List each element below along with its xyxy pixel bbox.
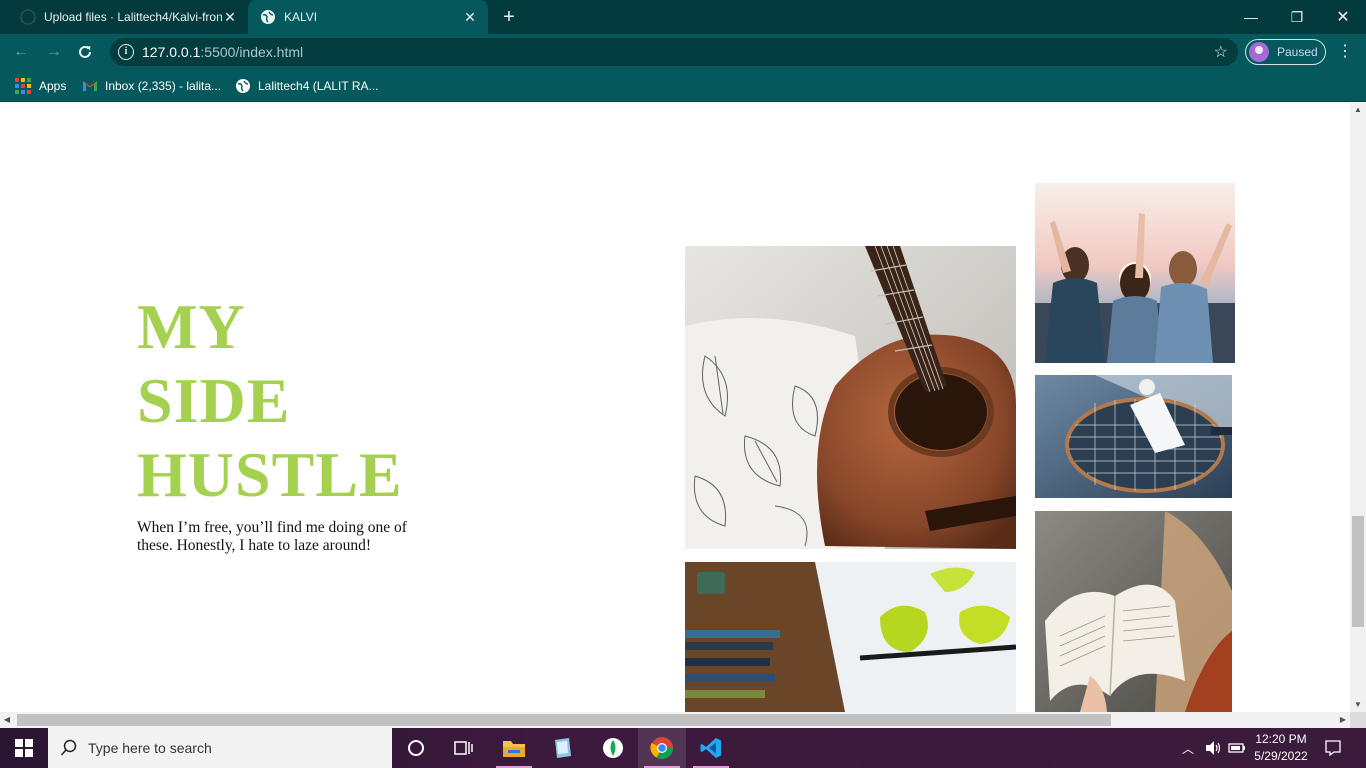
reload-icon[interactable] [76,43,94,61]
address-url[interactable]: 127.0.0.1:5500/index.html [142,44,303,60]
url-path: :5500/index.html [200,44,304,60]
notepad-icon[interactable] [538,728,586,768]
badminton-photo [1035,375,1232,498]
mongodb-icon[interactable] [589,728,637,768]
tab-title: KALVI [284,10,318,24]
gmail-icon [83,81,97,91]
tab-strip: Upload files · Lalittech4/Kalvi-fron ✕ K… [0,0,1366,34]
system-clock[interactable]: 12:20 PM 5/29/2022 [1248,731,1314,765]
close-tab-icon[interactable]: ✕ [222,9,238,26]
scroll-up-icon[interactable]: ▲ [1350,103,1366,117]
bookmark-star-icon[interactable]: ☆ [1214,42,1228,62]
vertical-scrollbar[interactable]: ▲ ▼ [1350,103,1366,712]
cortana-icon[interactable] [392,728,440,768]
taskbar-search[interactable]: Type here to search [48,728,392,768]
globe-icon [261,10,275,24]
close-tab-icon[interactable]: ✕ [462,9,478,26]
new-tab-button[interactable]: + [498,6,520,28]
menu-icon[interactable]: ⋮ [1337,41,1353,61]
restore-button[interactable]: ❐ [1274,0,1320,34]
address-bar[interactable]: i 127.0.0.1:5500/index.html ☆ [110,38,1238,66]
url-host: 127.0.0.1 [142,44,201,60]
vscode-icon[interactable] [687,728,735,768]
hero-description: When I’m free, you’ll find me doing one … [137,519,407,554]
site-info-icon[interactable]: i [118,44,134,60]
task-view-icon[interactable] [440,728,488,768]
windows-logo-icon [15,739,33,757]
hero-title-line: SIDE [137,365,291,436]
forward-icon[interactable]: → [43,41,65,63]
notifications-icon[interactable] [1324,739,1342,757]
hero-title-line: HUSTLE [137,439,403,510]
reading-book-photo [1035,511,1232,712]
bookmark-label: Apps [39,79,67,93]
chrome-icon[interactable] [638,728,686,768]
back-icon[interactable]: ← [10,41,32,63]
bookmark-github[interactable]: Lalittech4 (LALIT RA... [235,77,379,95]
search-placeholder: Type here to search [88,740,212,756]
scrollbar-corner [1350,712,1366,728]
start-button[interactable] [0,728,48,768]
apps-grid-icon [15,78,31,94]
horizontal-scroll-thumb[interactable] [17,714,1111,726]
bookmark-apps[interactable]: Apps [15,77,66,95]
bookmark-inbox[interactable]: Inbox (2,335) - lalita... [82,77,221,95]
close-window-button[interactable]: ✕ [1320,0,1366,34]
painting-photo [685,562,1016,712]
clock-time: 12:20 PM [1255,732,1307,746]
web-page: MY SIDE HUSTLE When I’m free, you’ll fin… [0,103,1350,712]
taskbar: Type here to search ︿ 12:20 PM 5/29/2022 [0,728,1366,768]
horizontal-scrollbar[interactable]: ◀ ▶ [0,712,1350,728]
battery-icon[interactable] [1228,741,1246,755]
tab-title: Upload files · Lalittech4/Kalvi-fron [44,10,222,24]
show-hidden-icons-icon[interactable]: ︿ [1182,728,1194,768]
bookmark-label: Inbox (2,335) - lalita... [105,79,222,93]
search-icon [60,739,77,756]
hero-title-line: MY [137,291,246,362]
guitar-photo [685,246,1016,549]
profile-button[interactable]: Paused [1245,39,1326,65]
vertical-scroll-thumb[interactable] [1352,516,1364,627]
clock-date: 5/29/2022 [1254,749,1308,763]
file-explorer-icon[interactable] [490,728,538,768]
bookmarks-bar: Apps Inbox (2,335) - lalita... Lalittech… [0,70,1366,102]
friends-sunset-photo [1035,183,1235,363]
browser-toolbar: ← → i 127.0.0.1:5500/index.html ☆ Paused… [0,34,1366,70]
scroll-down-icon[interactable]: ▼ [1350,698,1366,712]
github-icon [20,9,36,25]
volume-icon[interactable] [1204,739,1222,757]
globe-icon [236,79,250,93]
scroll-left-icon[interactable]: ◀ [0,712,14,728]
hero-title: MY SIDE HUSTLE [137,290,403,512]
tab-upload-files[interactable]: Upload files · Lalittech4/Kalvi-fron ✕ [8,0,248,34]
avatar [1249,42,1269,62]
minimize-button[interactable]: — [1228,0,1274,34]
scroll-right-icon[interactable]: ▶ [1336,712,1350,728]
tab-kalvi[interactable]: KALVI ✕ [248,0,488,34]
bookmark-label: Lalittech4 (LALIT RA... [258,79,379,93]
profile-status: Paused [1277,45,1318,59]
